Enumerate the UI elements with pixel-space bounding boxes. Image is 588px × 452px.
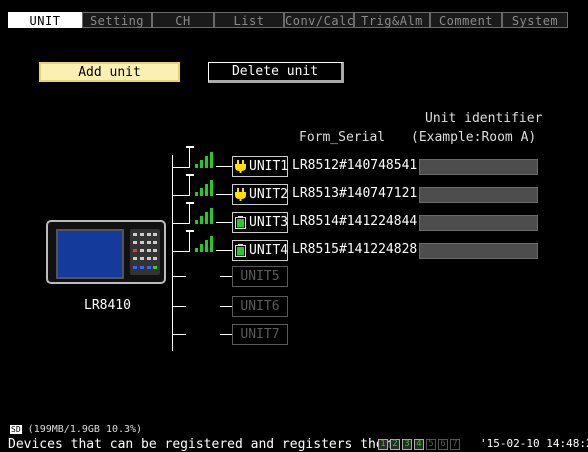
unit-connector-line [220, 334, 232, 335]
plug-icon [235, 188, 246, 201]
sd-card-icon: SD [10, 425, 22, 434]
unit-slot-indicator: 2 [390, 439, 400, 450]
plug-icon [235, 160, 246, 173]
signal-bar [205, 156, 208, 168]
add-unit-button[interactable]: Add unit [39, 62, 180, 82]
unit-slot-indicator: 7 [450, 439, 460, 450]
unit-connector-line [216, 194, 232, 195]
unit-connector-line [172, 276, 186, 277]
antenna-top [186, 174, 194, 176]
signal-bar [210, 236, 213, 252]
storage-status: SD (199MB/1.9GB 10.3%) [10, 424, 142, 435]
unit-identifier-header: Unit identifier [425, 111, 543, 126]
unit-slot-indicator: 5 [426, 439, 436, 450]
tab-system[interactable]: System [502, 12, 568, 28]
unit-box-unit6[interactable]: UNIT6 [232, 296, 288, 317]
unit-box-unit4[interactable]: UNIT4 [232, 240, 288, 261]
antenna-mast [189, 230, 190, 252]
unit-serial: LR8512#140748541 [292, 158, 418, 173]
unit-serial: LR8515#141224828 [292, 242, 418, 257]
signal-bar [195, 192, 198, 196]
tab-unit[interactable]: UNIT [8, 12, 82, 28]
logger-device-image [46, 220, 166, 284]
unit-connector-line [172, 334, 186, 335]
datetime: '15-02-10 14:48:24 [480, 437, 588, 450]
unit-box-unit2[interactable]: UNIT2 [232, 184, 288, 205]
unit-label: UNIT2 [249, 187, 289, 202]
tree-branch-line [172, 223, 189, 224]
unit-label: UNIT7 [240, 327, 280, 342]
identifier-example-header: (Example:Room A) [411, 130, 537, 145]
battery-icon [235, 244, 246, 257]
unit-slot-indicator: 4 [414, 439, 424, 450]
tree-branch-line [172, 167, 189, 168]
unit-box-unit5[interactable]: UNIT5 [232, 266, 288, 287]
signal-bar [200, 244, 203, 252]
signal-bar [210, 152, 213, 168]
unit-connector-line [172, 306, 186, 307]
antenna-top [186, 230, 194, 232]
unit-identifier-input[interactable] [419, 215, 538, 231]
tree-branch-line [172, 251, 189, 252]
unit-box-unit1[interactable]: UNIT1 [232, 156, 288, 177]
antenna-mast [189, 202, 190, 224]
unit-label: UNIT6 [240, 299, 280, 314]
signal-bar [200, 188, 203, 196]
form-serial-header: Form_Serial [299, 130, 386, 145]
signal-bar [205, 184, 208, 196]
tab-setting[interactable]: Setting [82, 12, 152, 28]
device-keypad [130, 229, 160, 275]
unit-connector-line [216, 166, 232, 167]
unit-identifier-input[interactable] [419, 243, 538, 259]
antenna-top [186, 146, 194, 148]
battery-icon [235, 216, 246, 229]
unit-connector-line [216, 250, 232, 251]
signal-bar [210, 180, 213, 196]
unit-box-unit3[interactable]: UNIT3 [232, 212, 288, 233]
unit-box-unit7[interactable]: UNIT7 [232, 324, 288, 345]
unit-connector-line [220, 276, 232, 277]
tab-trig-alm[interactable]: Trig&Alm [354, 12, 430, 28]
unit-label: UNIT1 [249, 159, 289, 174]
unit-label: UNIT3 [249, 215, 289, 230]
antenna-mast [189, 146, 190, 168]
unit-slot-indicator: 1 [378, 439, 388, 450]
signal-bar [205, 240, 208, 252]
signal-bar [195, 164, 198, 168]
unit-slot-indicator: 3 [402, 439, 412, 450]
tree-branch-line [172, 195, 189, 196]
unit-slot-indicator: 6 [438, 439, 448, 450]
antenna-mast [189, 174, 190, 196]
signal-bar [195, 220, 198, 224]
tab-bar: UNIT Setting CH List Conv/Calc Trig&Alm … [8, 12, 588, 28]
tab-list[interactable]: List [214, 12, 284, 28]
unit-identifier-input[interactable] [419, 187, 538, 203]
signal-bar [200, 160, 203, 168]
tree-trunk [172, 155, 173, 351]
signal-bar [200, 216, 203, 224]
antenna-top [186, 202, 194, 204]
storage-text: (199MB/1.9GB 10.3%) [27, 424, 143, 435]
unit-label: UNIT5 [240, 269, 280, 284]
tab-ch[interactable]: CH [152, 12, 214, 28]
signal-bar [210, 208, 213, 224]
unit-identifier-input[interactable] [419, 159, 538, 175]
signal-bar [205, 212, 208, 224]
signal-bar [195, 248, 198, 252]
device-label: LR8410 [84, 298, 131, 313]
unit-serial: LR8514#141224844 [292, 214, 418, 229]
unit-connector-line [220, 306, 232, 307]
tab-comment[interactable]: Comment [430, 12, 502, 28]
delete-unit-button[interactable]: Delete unit [208, 62, 344, 83]
device-screen [56, 229, 124, 279]
unit-serial: LR8513#140747121 [292, 186, 418, 201]
unit-label: UNIT4 [249, 243, 289, 258]
unit-connector-line [216, 222, 232, 223]
tab-conv-calc[interactable]: Conv/Calc [284, 12, 354, 28]
